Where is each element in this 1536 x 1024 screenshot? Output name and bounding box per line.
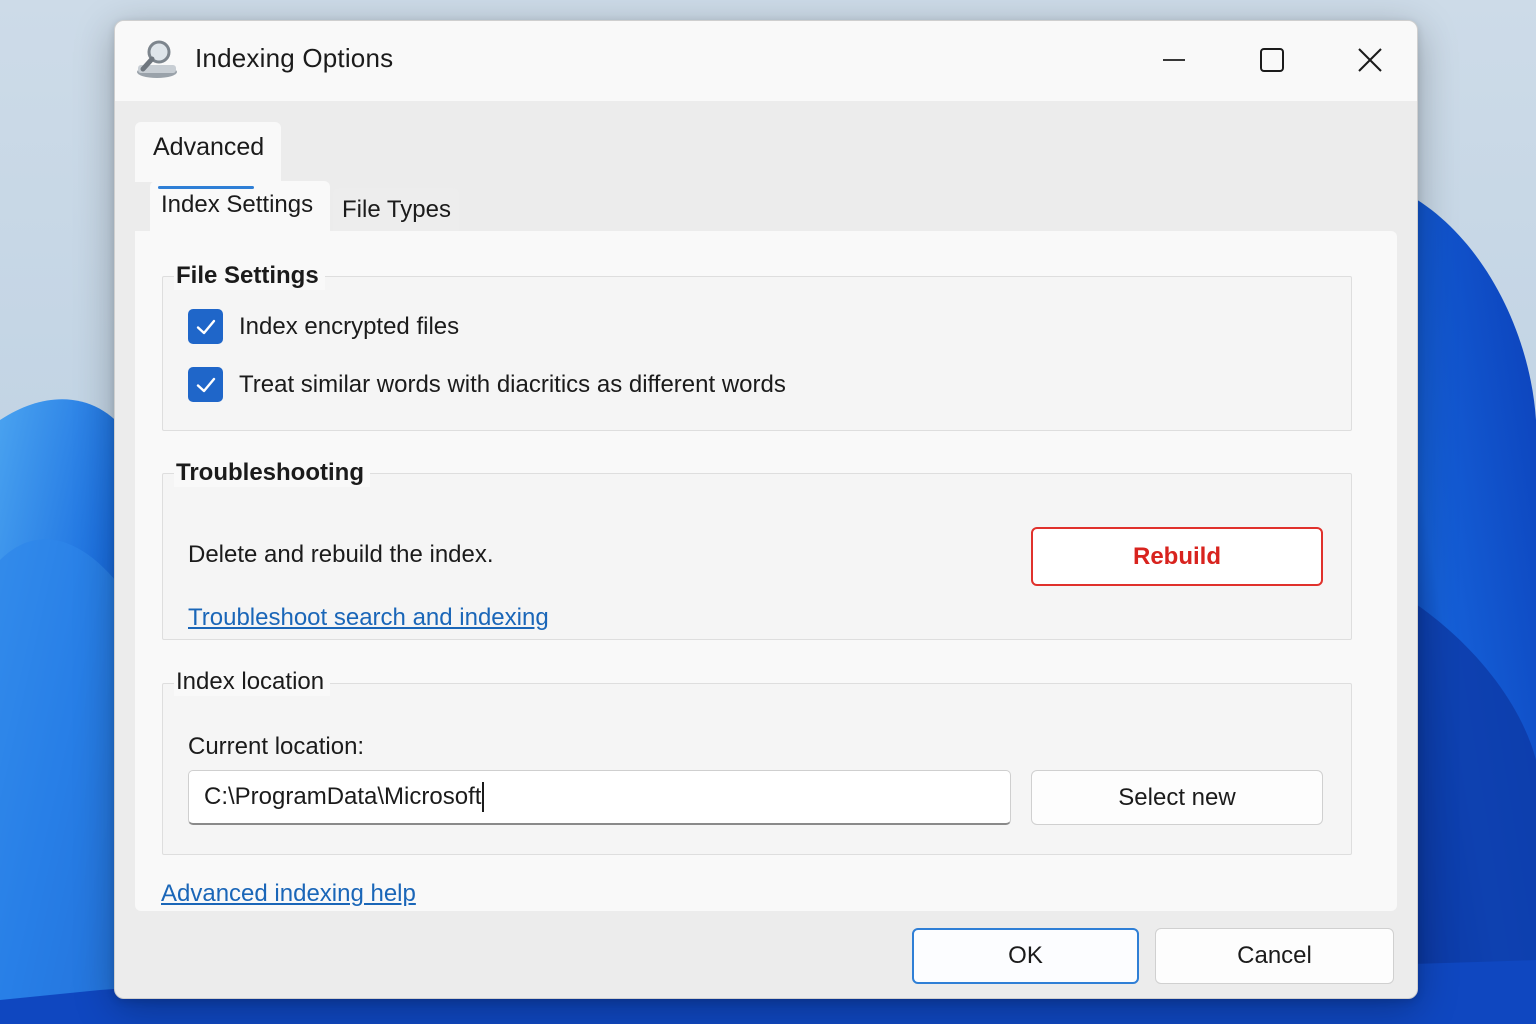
- tab-file-types[interactable]: File Types: [333, 188, 459, 233]
- cancel-button[interactable]: Cancel: [1155, 928, 1394, 984]
- rebuild-description: Delete and rebuild the index.: [188, 541, 494, 568]
- troubleshooting-title: Troubleshooting: [174, 459, 370, 487]
- ok-button[interactable]: OK: [912, 928, 1139, 984]
- indexing-options-icon: [137, 40, 177, 78]
- close-icon: [1358, 48, 1382, 72]
- current-location-field[interactable]: C:\ProgramData\Microsoft: [188, 770, 1011, 825]
- tab-file-types-label: File Types: [342, 196, 451, 223]
- advanced-indexing-help-link[interactable]: Advanced indexing help: [161, 880, 416, 908]
- troubleshoot-link[interactable]: Troubleshoot search and indexing: [188, 604, 549, 632]
- file-settings-group: [162, 276, 1352, 431]
- tab-advanced[interactable]: Advanced: [153, 133, 264, 162]
- close-button[interactable]: [1347, 39, 1393, 81]
- diacritics-label: Treat similar words with diacritics as d…: [239, 370, 786, 398]
- title-bar: Indexing Options: [115, 21, 1417, 101]
- tab-index-settings-label: Index Settings: [161, 191, 314, 218]
- minimize-button[interactable]: [1151, 39, 1197, 81]
- index-encrypted-label: Index encrypted files: [239, 312, 460, 340]
- window-title: Indexing Options: [195, 43, 394, 73]
- index-encrypted-option[interactable]: Index encrypted files: [188, 309, 459, 344]
- select-new-button[interactable]: Select new: [1031, 770, 1323, 825]
- current-location-value: C:\ProgramData\Microsoft: [204, 783, 482, 810]
- minimize-icon: [1163, 59, 1185, 61]
- current-location-label: Current location:: [188, 733, 365, 760]
- tab-content-panel: File Settings Index encrypted files Trea…: [135, 231, 1397, 911]
- maximize-button[interactable]: [1249, 39, 1295, 81]
- index-encrypted-checkbox[interactable]: [188, 309, 223, 344]
- diacritics-option[interactable]: Treat similar words with diacritics as d…: [188, 367, 786, 402]
- index-location-title: Index location: [174, 668, 331, 696]
- selected-tab-indicator: [158, 186, 254, 189]
- rebuild-button[interactable]: Rebuild: [1031, 527, 1323, 586]
- maximize-icon: [1260, 48, 1284, 72]
- tab-index-settings[interactable]: Index Settings: [150, 181, 330, 233]
- checkmark-icon: [196, 377, 215, 392]
- diacritics-checkbox[interactable]: [188, 367, 223, 402]
- indexing-options-window: Indexing Options Advanced Index Settings…: [114, 20, 1418, 999]
- checkmark-icon: [196, 319, 215, 334]
- text-caret: [482, 782, 485, 812]
- index-location-group: [162, 683, 1352, 855]
- file-settings-title: File Settings: [174, 262, 325, 290]
